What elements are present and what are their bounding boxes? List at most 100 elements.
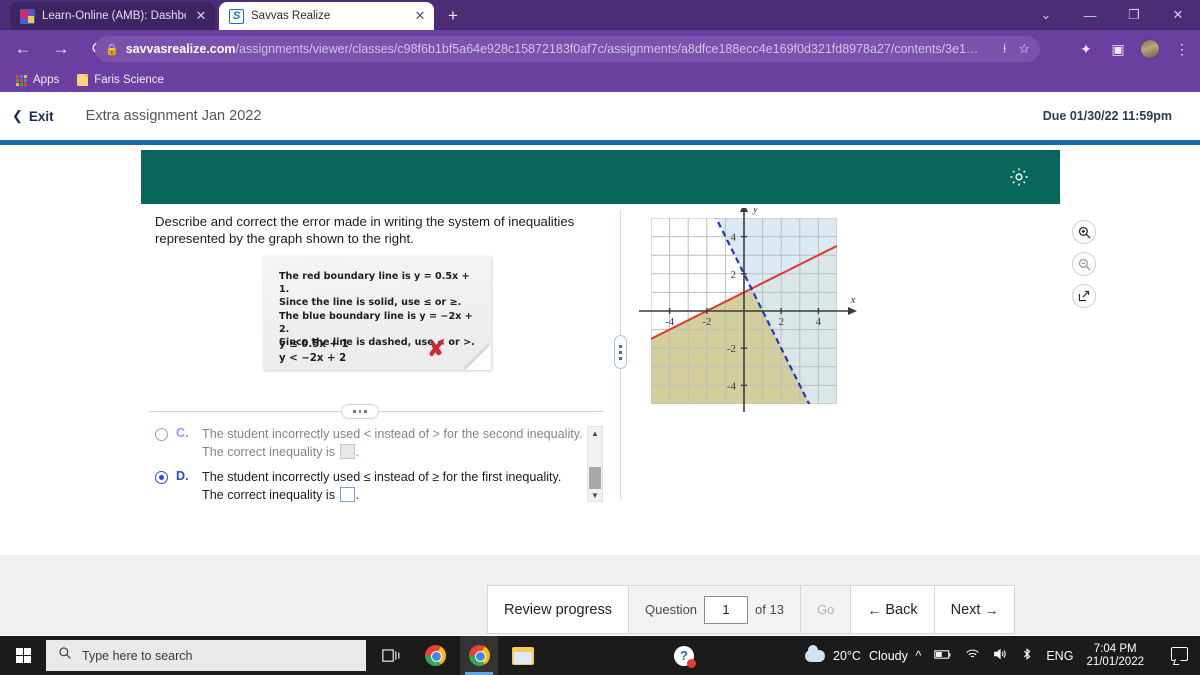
coordinate-graph: -4 -2 2 4 -4 -2 2 4 y x	[633, 203, 1096, 423]
answer-choice-list: C. The student incorrectly used < instea…	[155, 426, 585, 502]
restore-icon[interactable]: ❐	[1112, 0, 1156, 30]
share-icon[interactable]: ⍿	[1003, 41, 1006, 57]
svg-text:2: 2	[731, 269, 737, 281]
bookmark-star-icon[interactable]: ☆	[1018, 41, 1030, 57]
next-button[interactable]: Next →	[934, 586, 1015, 633]
note-equation-2: y < −2x + 2	[279, 352, 347, 364]
taskbar-search[interactable]: Type here to search	[46, 640, 366, 671]
url-host: savvasrealize.com	[125, 42, 236, 56]
toolbar-right-icons: ✦ ▣ ⋮	[1072, 30, 1196, 68]
address-bar[interactable]: 🔒 savvasrealize.com/assignments/viewer/c…	[95, 36, 1040, 62]
expand-icon[interactable]	[1072, 284, 1096, 308]
task-view-icon[interactable]	[372, 636, 410, 675]
exit-label: Exit	[28, 108, 54, 124]
volume-icon[interactable]	[993, 648, 1008, 663]
close-icon[interactable]: ✕	[412, 8, 428, 24]
scrollbar-thumb[interactable]	[589, 467, 601, 489]
browser-tab-strip: Learn-Online (AMB): Dashboard ( ✕ S Savv…	[0, 0, 1200, 30]
choice-letter: D.	[176, 469, 189, 483]
zoom-out-icon[interactable]	[1072, 252, 1096, 276]
chevron-left-icon: ❮	[12, 108, 23, 123]
arrow-right-icon: →	[984, 601, 999, 618]
choice-text-before: The student incorrectly used ≤ instead o…	[202, 470, 562, 502]
windows-logo-icon	[15, 648, 31, 663]
graph-svg: -4 -2 2 4 -4 -2 2 4 y x	[639, 203, 857, 412]
answer-list-scrollbar[interactable]: ▲ ▼	[587, 426, 603, 502]
wifi-icon[interactable]	[965, 648, 980, 663]
browser-tab-1[interactable]: Learn-Online (AMB): Dashboard ( ✕	[10, 2, 215, 30]
panel-resize-handle[interactable]	[614, 335, 627, 369]
url-path: /assignments/viewer/classes/c98f6b1bf5a6…	[235, 42, 979, 56]
file-explorer-icon[interactable]	[504, 636, 542, 675]
chevron-down-icon[interactable]: ⌄	[1024, 0, 1068, 30]
clock-date: 21/01/2022	[1086, 655, 1144, 668]
choice-text-before: The student incorrectly used < instead o…	[202, 427, 583, 459]
back-label: Back	[885, 601, 918, 618]
help-badge-icon[interactable]: ?	[665, 636, 703, 675]
choice-text: The student incorrectly used ≤ instead o…	[202, 469, 585, 502]
arrow-left-icon: ←	[867, 601, 882, 618]
zoom-in-icon[interactable]	[1072, 220, 1096, 244]
extensions-puzzle-icon[interactable]: ✦	[1072, 35, 1100, 63]
chrome-icon[interactable]	[416, 636, 454, 675]
answer-input-box[interactable]	[339, 486, 355, 502]
close-icon[interactable]: ✕	[1156, 0, 1200, 30]
bookmark-faris-science-label: Faris Science	[94, 74, 164, 86]
note-line-1: The red boundary line is y = 0.5x + 1.	[279, 271, 470, 296]
choice-letter: C.	[176, 426, 189, 440]
battery-icon[interactable]	[934, 649, 952, 663]
chevron-up-icon[interactable]: ^	[915, 649, 921, 663]
svg-text:4: 4	[816, 316, 822, 328]
bluetooth-icon[interactable]	[1021, 647, 1033, 664]
chrome-active-icon[interactable]	[460, 636, 498, 675]
back-icon[interactable]: ←	[8, 34, 38, 64]
bookmark-apps-label: Apps	[33, 74, 60, 86]
radio-button[interactable]	[155, 471, 168, 484]
bookmark-apps[interactable]: Apps	[10, 70, 65, 90]
browser-tab-2[interactable]: S Savvas Realize ✕	[219, 2, 434, 30]
answer-choice-d[interactable]: D. The student incorrectly used ≤ instea…	[155, 469, 585, 502]
avatar[interactable]	[1136, 35, 1164, 63]
close-icon[interactable]: ✕	[193, 8, 209, 24]
scroll-up-icon[interactable]: ▲	[588, 427, 602, 439]
radio-button[interactable]	[155, 428, 168, 441]
screen-root: Learn-Online (AMB): Dashboard ( ✕ S Savv…	[0, 0, 1200, 675]
cloud-icon	[805, 644, 825, 662]
kebab-menu-icon[interactable]: ⋮	[1168, 35, 1196, 63]
app-header: ❮ Exit Extra assignment Jan 2022 Due 01/…	[0, 92, 1200, 140]
bookmarks-bar: Apps Faris Science	[0, 68, 1200, 92]
folder-icon	[77, 74, 89, 86]
svg-text:2: 2	[778, 316, 784, 328]
windows-taskbar: Type here to search ? 20°C Cloudy ^ ENG …	[0, 636, 1200, 675]
due-date-label: Due 01/30/22 11:59pm	[1042, 109, 1172, 123]
bookmark-faris-science[interactable]: Faris Science	[71, 70, 170, 90]
review-progress-button[interactable]: Review progress	[488, 586, 629, 633]
answer-choice-c[interactable]: C. The student incorrectly used < instea…	[155, 426, 585, 461]
answer-expand-toggle[interactable]	[341, 404, 379, 419]
svg-text:y: y	[752, 208, 758, 215]
teams-icon	[20, 8, 35, 24]
language-indicator[interactable]: ENG	[1046, 649, 1073, 663]
answer-input-box[interactable]	[339, 443, 355, 459]
sidepanel-icon[interactable]: ▣	[1104, 35, 1132, 63]
new-tab-button[interactable]: +	[443, 6, 463, 26]
weather-widget[interactable]: 20°C Cloudy	[805, 636, 908, 675]
incorrect-mark-icon: ✘	[427, 338, 445, 361]
action-center-icon[interactable]	[1171, 647, 1188, 661]
minimize-icon[interactable]: —	[1068, 0, 1112, 30]
note-equations: y ≤ 0.5x + 1 y < −2x + 2	[279, 338, 349, 365]
exit-button[interactable]: ❮ Exit	[12, 108, 54, 124]
url-text: savvasrealize.com/assignments/viewer/cla…	[126, 42, 996, 56]
question-number-input[interactable]	[704, 595, 749, 624]
choice-text-after: .	[355, 487, 360, 502]
clock[interactable]: 7:04 PM 21/01/2022	[1086, 643, 1144, 669]
omnibox-actions: ⍿ ☆	[1003, 41, 1030, 57]
svg-text:-4: -4	[727, 380, 737, 392]
forward-icon[interactable]: →	[46, 34, 76, 64]
start-button[interactable]	[6, 642, 40, 669]
go-button[interactable]: Go	[800, 586, 852, 633]
scroll-down-icon[interactable]: ▼	[588, 489, 602, 501]
browser-tab-1-title: Learn-Online (AMB): Dashboard (	[42, 10, 186, 22]
gear-icon[interactable]	[1008, 166, 1030, 188]
back-button[interactable]: ← Back	[851, 586, 935, 633]
